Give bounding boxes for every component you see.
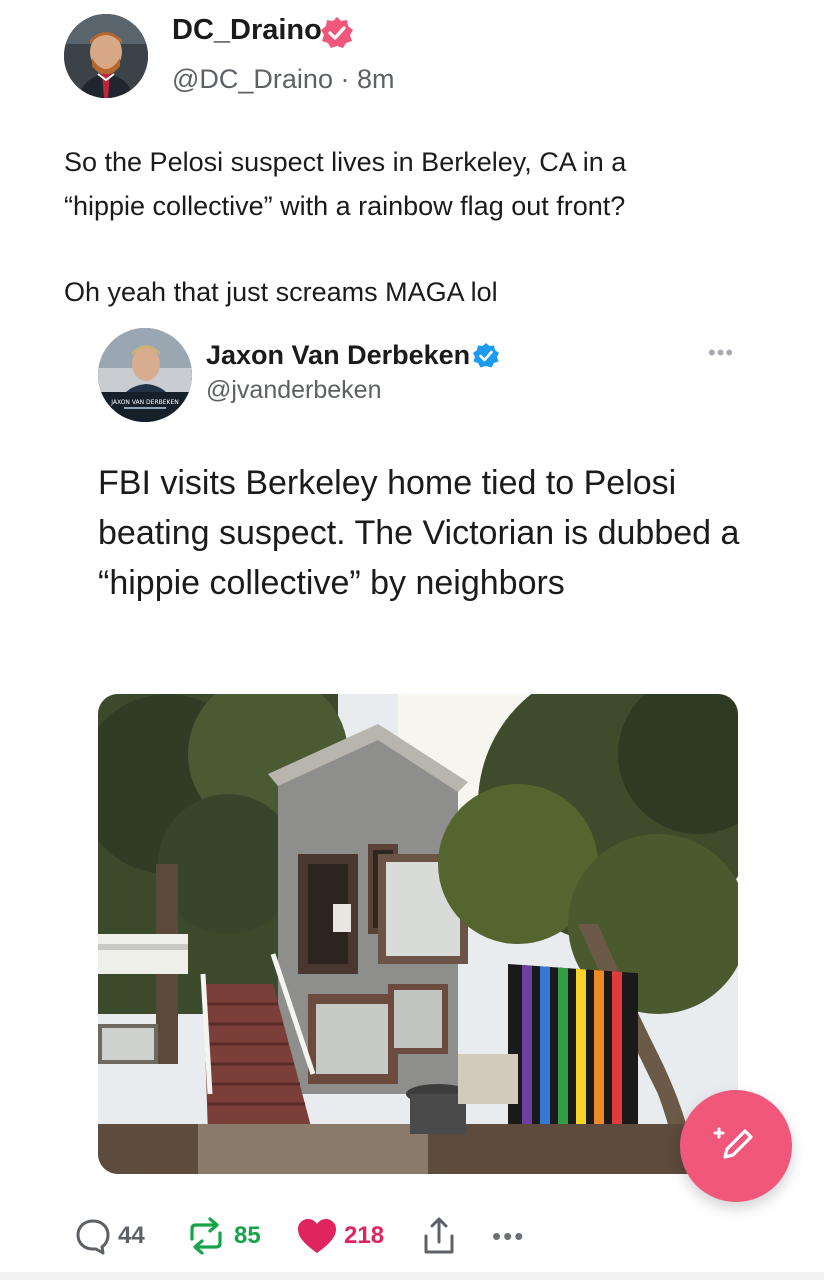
repost-icon [190,1217,222,1255]
quoted-more-options-icon[interactable]: ••• [708,340,734,366]
quoted-post-photo[interactable] [98,694,738,1174]
quoted-avatar-caption: JAXON VAN DERBEKEN [110,399,179,406]
post-text: So the Pelosi suspect lives in Berkeley,… [64,140,784,314]
reply-button[interactable]: 44 [74,1206,145,1266]
action-bar: 44 85 218 ••• [0,1206,824,1266]
quoted-author-avatar[interactable]: JAXON VAN DERBEKEN [98,328,192,422]
post: DC_Draino @DC_Draino · 8m So the Pelosi … [0,0,824,1280]
quoted-post-text: FBI visits Berkeley home tied to Pelosi … [98,464,740,602]
post-text-line: Oh yeah that just screams MAGA lol [64,277,498,307]
quoted-author-display-name[interactable]: Jaxon Van Derbeken [206,340,470,371]
reply-icon [76,1219,110,1255]
like-button[interactable]: 218 [296,1206,384,1266]
compose-icon [713,1127,753,1159]
quoted-author-handle: @jvanderbeken [206,376,382,404]
repost-count: 85 [234,1222,261,1249]
share-icon [424,1217,454,1254]
share-button[interactable] [422,1206,456,1266]
quoted-verified-badge-icon [473,343,499,368]
like-count: 218 [344,1222,385,1249]
reply-count: 44 [118,1222,145,1249]
verified-badge-icon [321,17,353,48]
heart-icon [298,1219,336,1253]
more-options-button[interactable]: ••• [492,1206,525,1266]
author-handle-timestamp: @DC_Draino · 8m [172,64,395,94]
post-text-line: So the Pelosi suspect lives in Berkeley,… [64,147,627,177]
author-avatar[interactable] [64,14,148,98]
repost-button[interactable]: 85 [184,1206,261,1266]
bottom-divider [0,1272,824,1280]
compose-button[interactable] [680,1090,792,1202]
post-text-line: “hippie collective” with a rainbow flag … [64,191,626,221]
author-display-name[interactable]: DC_Draino [172,14,322,47]
